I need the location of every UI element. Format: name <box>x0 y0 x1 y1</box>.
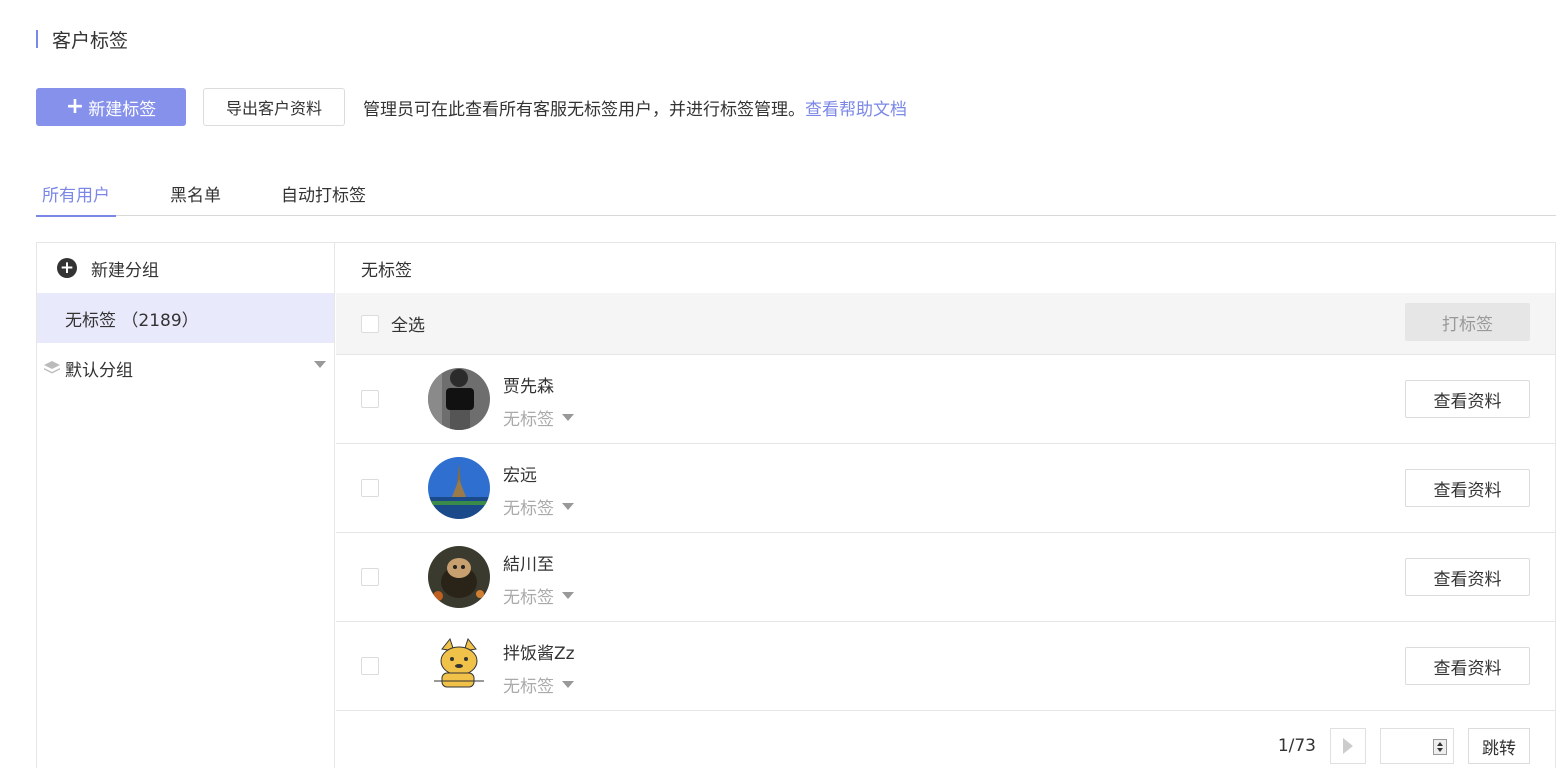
avatar <box>428 457 490 519</box>
page-header: 客户标签 <box>36 28 129 52</box>
row-checkbox[interactable] <box>361 479 379 497</box>
list-item: 結川至 无标签 查看资料 <box>336 533 1555 622</box>
next-page-button[interactable] <box>1330 728 1366 764</box>
view-profile-button[interactable]: 查看资料 <box>1405 380 1530 418</box>
tip-text-wrap: 管理员可在此查看所有客服无标签用户，并进行标签管理。查看帮助文档 <box>363 95 907 120</box>
sidebar-item-untagged[interactable]: 无标签 （2189） <box>37 293 334 343</box>
page-number-input[interactable] <box>1380 728 1454 764</box>
tag-label: 无标签 <box>503 677 554 697</box>
view-profile-button[interactable]: 查看资料 <box>1405 647 1530 685</box>
number-spinner-icon[interactable] <box>1433 739 1447 755</box>
avatar <box>428 635 490 697</box>
tag-label: 无标签 <box>503 410 554 430</box>
help-doc-link[interactable]: 查看帮助文档 <box>805 100 907 120</box>
jump-button[interactable]: 跳转 <box>1468 728 1530 764</box>
toolbar: + 新建标签 导出客户资料 管理员可在此查看所有客服无标签用户，并进行标签管理。… <box>36 88 907 126</box>
avatar <box>428 368 490 430</box>
group-sidebar: + 新建分组 无标签 （2189） 默认分组 <box>37 243 335 768</box>
tag-dropdown[interactable]: 无标签 <box>503 405 574 430</box>
page-info: 1/73 <box>1277 736 1316 756</box>
page-title: 客户标签 <box>52 29 129 52</box>
layers-icon <box>44 361 60 374</box>
new-group-label: 新建分组 <box>91 260 159 281</box>
chevron-down-icon <box>562 592 574 599</box>
view-profile-button[interactable]: 查看资料 <box>1405 558 1530 596</box>
chevron-down-icon[interactable] <box>314 361 326 368</box>
chevron-right-icon <box>1343 738 1353 754</box>
user-name: 結川至 <box>503 555 554 575</box>
new-tag-label: 新建标签 <box>88 99 157 120</box>
new-group-button[interactable]: + 新建分组 <box>37 243 334 293</box>
select-all-label: 全选 <box>391 316 425 336</box>
tag-button[interactable]: 打标签 <box>1405 303 1530 341</box>
user-list-area: 无标签 全选 打标签 贾先森 无标签 查看资料 宏远 无标签 查看资料 結川至 … <box>336 243 1555 768</box>
plus-icon: + <box>65 94 85 119</box>
row-checkbox[interactable] <box>361 568 379 586</box>
pagination: 1/73 跳转 <box>1278 727 1530 765</box>
tab-bar: 所有用户 黑名单 自动打标签 <box>36 170 1556 217</box>
chevron-down-icon <box>562 681 574 688</box>
export-customer-button[interactable]: 导出客户资料 <box>203 88 346 126</box>
add-circle-icon: + <box>57 258 77 278</box>
chevron-down-icon <box>562 414 574 421</box>
tag-dropdown[interactable]: 无标签 <box>503 583 574 608</box>
row-checkbox[interactable] <box>361 657 379 675</box>
tag-dropdown[interactable]: 无标签 <box>503 494 574 519</box>
sidebar-item-default-group[interactable]: 默认分组 <box>37 343 334 393</box>
user-name: 拌饭酱Zz <box>503 644 575 664</box>
list-title: 无标签 <box>361 260 412 281</box>
tag-dropdown[interactable]: 无标签 <box>503 672 574 697</box>
select-all-checkbox[interactable] <box>361 314 379 333</box>
new-tag-button[interactable]: + 新建标签 <box>36 88 186 126</box>
tab-all-users[interactable]: 所有用户 <box>36 170 116 217</box>
row-checkbox[interactable] <box>361 390 379 408</box>
select-all-bar: 全选 打标签 <box>336 293 1555 355</box>
user-name: 宏远 <box>503 466 537 486</box>
chevron-down-icon <box>562 503 574 510</box>
tab-blacklist[interactable]: 黑名单 <box>164 170 227 216</box>
list-item: 拌饭酱Zz 无标签 查看资料 <box>336 622 1555 711</box>
avatar <box>428 546 490 608</box>
list-item: 宏远 无标签 查看资料 <box>336 444 1555 533</box>
user-name: 贾先森 <box>503 377 554 397</box>
title-accent-bar <box>36 30 38 48</box>
default-group-label: 默认分组 <box>65 360 133 381</box>
tab-auto-tag[interactable]: 自动打标签 <box>275 170 372 216</box>
content-panel: + 新建分组 无标签 （2189） 默认分组 无标签 全选 打标签 贾先森 无标… <box>36 242 1556 768</box>
tip-text: 管理员可在此查看所有客服无标签用户，并进行标签管理。 <box>363 99 806 120</box>
tag-label: 无标签 <box>503 588 554 608</box>
tag-label: 无标签 <box>503 499 554 519</box>
list-item: 贾先森 无标签 查看资料 <box>336 355 1555 444</box>
view-profile-button[interactable]: 查看资料 <box>1405 469 1530 507</box>
